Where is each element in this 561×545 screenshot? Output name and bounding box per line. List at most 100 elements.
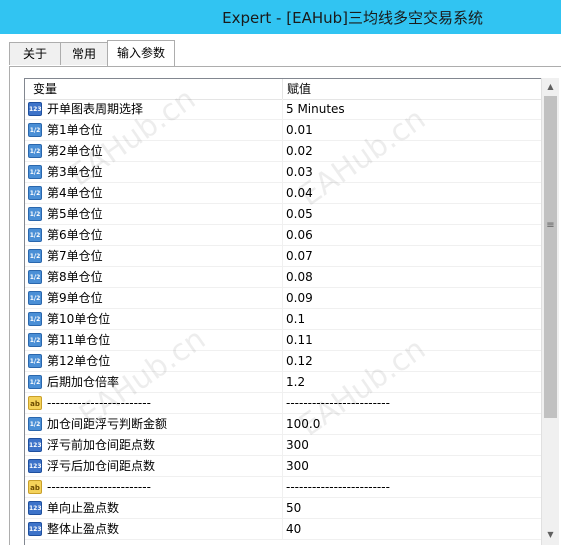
parameter-value[interactable]: 0.12 [283, 351, 544, 372]
grid-header: 变量 赋值 [25, 79, 544, 100]
double-type-icon: 1/2 [28, 270, 42, 284]
parameter-value[interactable]: 0.09 [283, 288, 544, 309]
parameter-row[interactable]: 1/2 第6单仓位 0.06 [25, 225, 544, 246]
parameter-row[interactable]: 1/2 第7单仓位 0.07 [25, 246, 544, 267]
parameter-row[interactable]: 1/2 加仓间距浮亏判断金额 100.0 [25, 414, 544, 435]
parameter-name: 第1单仓位 [47, 123, 103, 137]
parameter-value[interactable]: 40 [283, 519, 544, 540]
parameter-value[interactable]: 0.01 [283, 120, 544, 141]
parameter-name: 第8单仓位 [47, 270, 103, 284]
parameter-value[interactable]: 0.06 [283, 225, 544, 246]
parameter-name: 浮亏后加仓间距点数 [47, 459, 156, 473]
parameter-value[interactable]: 0.08 [283, 267, 544, 288]
parameter-row[interactable]: 123 开单图表周期选择 5 Minutes [25, 99, 544, 120]
parameter-value[interactable]: 0.1 [283, 309, 544, 330]
column-header-variable[interactable]: 变量 [25, 79, 283, 99]
parameter-row[interactable]: 1/2 第4单仓位 0.04 [25, 183, 544, 204]
parameter-row[interactable]: 1/2 第11单仓位 0.11 [25, 330, 544, 351]
parameter-name-cell: ab ------------------------ [25, 477, 283, 498]
double-type-icon: 1/2 [28, 123, 42, 137]
parameter-value[interactable]: ------------------------ [283, 477, 544, 498]
double-type-icon: 1/2 [28, 417, 42, 431]
integer-type-icon: 123 [28, 102, 42, 116]
parameter-row[interactable]: 1/2 后期加仓倍率 1.2 [25, 372, 544, 393]
title-bar: Expert - [EAHub]三均线多空交易系统 [0, 0, 561, 34]
parameter-value[interactable]: 300 [283, 435, 544, 456]
parameter-value[interactable]: 1.2 [283, 372, 544, 393]
parameter-row[interactable]: 1/2 第8单仓位 0.08 [25, 267, 544, 288]
parameter-name: ------------------------ [47, 396, 151, 410]
parameter-name-cell: 123 整体止盈点数 [25, 519, 283, 540]
parameter-name-cell: 1/2 第5单仓位 [25, 204, 283, 225]
parameter-name: 第4单仓位 [47, 186, 103, 200]
vertical-scrollbar[interactable]: ▲ ≡ ▼ [541, 78, 559, 545]
parameter-row[interactable]: 1/2 第10单仓位 0.1 [25, 309, 544, 330]
parameter-name-cell: 1/2 第1单仓位 [25, 120, 283, 141]
parameter-name-cell: 1/2 第11单仓位 [25, 330, 283, 351]
double-type-icon: 1/2 [28, 165, 42, 179]
parameter-row[interactable]: 123 浮亏前加仓间距点数 300 [25, 435, 544, 456]
integer-type-icon: 123 [28, 501, 42, 515]
parameter-value[interactable]: 100.0 [283, 414, 544, 435]
parameter-row[interactable]: ab ------------------------ --------------… [25, 477, 544, 498]
parameter-row[interactable]: 1/2 第3单仓位 0.03 [25, 162, 544, 183]
parameter-name-cell: 1/2 第12单仓位 [25, 351, 283, 372]
double-type-icon: 1/2 [28, 333, 42, 347]
double-type-icon: 1/2 [28, 144, 42, 158]
parameters-grid: 变量 赋值 123 开单图表周期选择 5 Minutes 1/2 第1单仓位 0.01 1/… [24, 78, 545, 545]
parameter-value[interactable]: ------------------------ [283, 393, 544, 414]
tab-inputs[interactable]: 输入参数 [107, 40, 175, 66]
parameter-name-cell: 1/2 第8单仓位 [25, 267, 283, 288]
parameter-row[interactable]: 123 浮亏后加仓间距点数 300 [25, 456, 544, 477]
column-header-value[interactable]: 赋值 [283, 79, 544, 99]
parameter-value[interactable]: 0.02 [283, 141, 544, 162]
scroll-down-icon[interactable]: ▼ [542, 526, 559, 543]
parameter-row[interactable]: 1/2 第2单仓位 0.02 [25, 141, 544, 162]
parameter-name: 单向止盈点数 [47, 501, 120, 515]
parameter-row[interactable]: 1/2 第12单仓位 0.12 [25, 351, 544, 372]
parameter-value[interactable]: 300 [283, 456, 544, 477]
parameter-name-cell: 123 浮亏前加仓间距点数 [25, 435, 283, 456]
parameter-row[interactable]: 1/2 第5单仓位 0.05 [25, 204, 544, 225]
parameter-name: 后期加仓倍率 [47, 375, 120, 389]
parameter-name: 第9单仓位 [47, 291, 103, 305]
double-type-icon: 1/2 [28, 312, 42, 326]
parameter-name: 加仓间距浮亏判断金额 [47, 417, 168, 431]
parameter-value[interactable]: 50 [283, 498, 544, 519]
parameter-name-cell: 1/2 第3单仓位 [25, 162, 283, 183]
parameter-value[interactable]: 0.05 [283, 204, 544, 225]
integer-type-icon: 123 [28, 459, 42, 473]
parameter-name: ------------------------ [47, 480, 151, 494]
parameter-name-cell: 1/2 后期加仓倍率 [25, 372, 283, 393]
double-type-icon: 1/2 [28, 249, 42, 263]
string-type-icon: ab [28, 480, 42, 494]
parameter-name-cell: 1/2 第4单仓位 [25, 183, 283, 204]
parameter-value[interactable]: 0.03 [283, 162, 544, 183]
parameter-value[interactable]: 0.04 [283, 183, 544, 204]
window-title: Expert - [EAHub]三均线多空交易系统 [222, 9, 483, 27]
parameter-row[interactable]: ab ------------------------ --------------… [25, 393, 544, 414]
parameter-name: 第11单仓位 [47, 333, 111, 347]
parameter-row[interactable]: 1/2 第1单仓位 0.01 [25, 120, 544, 141]
parameter-name: 第3单仓位 [47, 165, 103, 179]
parameter-name-cell: 1/2 第10单仓位 [25, 309, 283, 330]
parameter-row[interactable]: 123 整体止盈点数 40 [25, 519, 544, 540]
double-type-icon: 1/2 [28, 207, 42, 221]
parameter-value[interactable]: 0.11 [283, 330, 544, 351]
tab-common[interactable]: 常用 [60, 42, 108, 65]
parameter-name-cell: 123 开单图表周期选择 [25, 99, 283, 120]
double-type-icon: 1/2 [28, 375, 42, 389]
parameter-name: 第5单仓位 [47, 207, 103, 221]
scroll-thumb[interactable]: ≡ [544, 96, 557, 418]
parameter-name: 开单图表周期选择 [47, 102, 144, 116]
scroll-up-icon[interactable]: ▲ [542, 78, 559, 95]
parameter-name: 浮亏前加仓间距点数 [47, 438, 156, 452]
parameter-name: 第7单仓位 [47, 249, 103, 263]
double-type-icon: 1/2 [28, 354, 42, 368]
parameter-value[interactable]: 0.07 [283, 246, 544, 267]
tab-about[interactable]: 关于 [9, 42, 61, 65]
parameter-value[interactable]: 5 Minutes [283, 99, 544, 120]
parameter-name: 第12单仓位 [47, 354, 111, 368]
parameter-row[interactable]: 1/2 第9单仓位 0.09 [25, 288, 544, 309]
parameter-row[interactable]: 123 单向止盈点数 50 [25, 498, 544, 519]
